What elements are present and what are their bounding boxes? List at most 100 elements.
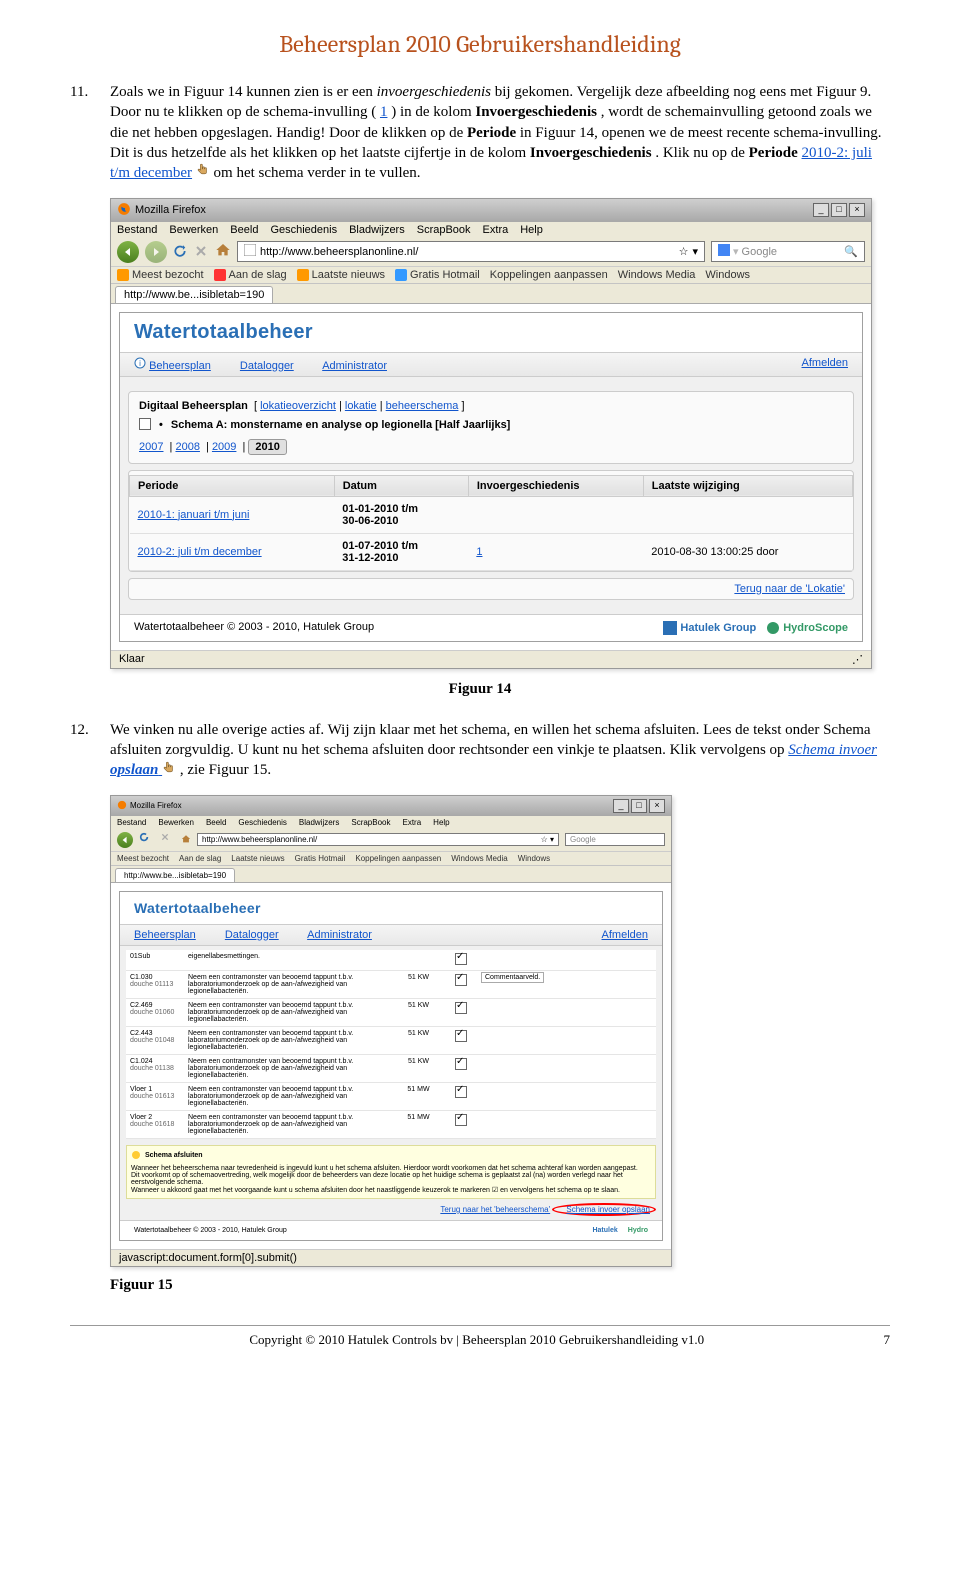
link-invulling-1[interactable]: 1: [380, 104, 388, 120]
year-link[interactable]: 2008: [175, 441, 199, 453]
minimize-button[interactable]: _: [613, 799, 629, 813]
info-icon[interactable]: i: [134, 360, 149, 372]
bookmark-item[interactable]: Koppelingen aanpassen: [490, 269, 608, 281]
bookmark-icon: [297, 269, 309, 281]
breadcrumb-link[interactable]: lokatie: [345, 400, 377, 412]
nav-link[interactable]: Administrator: [307, 929, 372, 941]
code-cell: C1.024douche 01138: [126, 1054, 184, 1082]
breadcrumb-link[interactable]: lokatieoverzicht: [260, 400, 336, 412]
close-button[interactable]: ×: [849, 203, 865, 217]
checkbox-cell[interactable]: [445, 1110, 477, 1138]
home-icon[interactable]: [181, 834, 191, 846]
nav-link[interactable]: Beheersplan: [134, 929, 196, 941]
brand-hatulek[interactable]: Hatulek: [592, 1227, 617, 1234]
menu-item[interactable]: Bladwijzers: [349, 224, 405, 236]
forward-button[interactable]: [145, 241, 167, 263]
ordered-item-12: 12. We vinken nu alle overige acties af.…: [70, 720, 890, 781]
menu-item[interactable]: Bestand: [117, 818, 146, 827]
search-go-icon[interactable]: 🔍: [844, 245, 858, 258]
star-icon[interactable]: ☆: [679, 245, 689, 258]
nav-datalogger[interactable]: Datalogger: [240, 360, 294, 372]
maximize-button[interactable]: □: [631, 799, 647, 813]
bookmark-item[interactable]: Windows: [518, 854, 550, 863]
checkbox-cell[interactable]: [445, 998, 477, 1026]
menu-item[interactable]: Help: [433, 818, 449, 827]
status-text: javascript:document.form[0].submit(): [119, 1252, 297, 1264]
menu-item[interactable]: Bladwijzers: [299, 818, 339, 827]
brand-hydroscope[interactable]: HydroScope: [766, 621, 848, 635]
year-link[interactable]: 2009: [212, 441, 236, 453]
text: om het schema verder in te vullen.: [214, 165, 421, 181]
menu-item[interactable]: Geschiedenis: [270, 224, 337, 236]
periode-link[interactable]: 2010-2: juli t/m december: [138, 546, 262, 558]
nav-afmelden[interactable]: Afmelden: [602, 929, 648, 941]
menu-item[interactable]: Extra: [403, 818, 422, 827]
browser-tab[interactable]: http://www.be...isibletab=190: [115, 286, 273, 303]
search-box[interactable]: Google: [565, 833, 665, 846]
datum-text: 01-07-2010 t/m 31-12-2010: [342, 540, 418, 564]
checkbox-icon[interactable]: [139, 418, 151, 433]
home-icon[interactable]: [215, 242, 231, 261]
brand-hatulek[interactable]: Hatulek Group: [663, 621, 756, 635]
bookmark-item[interactable]: Gratis Hotmail: [410, 269, 480, 281]
menu-item[interactable]: ScrapBook: [417, 224, 471, 236]
reload-button[interactable]: [173, 244, 189, 260]
checkbox-cell[interactable]: [445, 950, 477, 971]
search-box[interactable]: ▾ Google 🔍: [711, 241, 865, 262]
nav-administrator[interactable]: Administrator: [322, 360, 387, 372]
bookmark-item[interactable]: Meest bezocht: [117, 854, 169, 863]
bookmark-item[interactable]: Aan de slag: [179, 854, 221, 863]
nav-link[interactable]: Datalogger: [225, 929, 279, 941]
bookmark-item[interactable]: Laatste nieuws: [312, 269, 385, 281]
close-button[interactable]: ×: [649, 799, 665, 813]
nav-beheersplan[interactable]: Beheersplan: [149, 360, 211, 372]
back-button[interactable]: [117, 241, 139, 263]
menu-item[interactable]: Beeld: [230, 224, 258, 236]
browser-tab[interactable]: http://www.be...isibletab=190: [115, 868, 235, 882]
checkbox-cell[interactable]: [445, 1054, 477, 1082]
maximize-button[interactable]: □: [831, 203, 847, 217]
checkbox-cell[interactable]: [445, 1026, 477, 1054]
breadcrumb-link[interactable]: beheerschema: [386, 400, 459, 412]
bookmark-item[interactable]: Windows Media: [451, 854, 507, 863]
menu-item[interactable]: ScrapBook: [351, 818, 390, 827]
stop-button[interactable]: [195, 245, 209, 259]
address-bar[interactable]: http://www.beheersplanonline.nl/ ☆ ▾: [197, 833, 559, 846]
val-cell: 51 MW: [392, 1082, 445, 1110]
bookmark-item[interactable]: Windows: [705, 269, 750, 281]
laatste-cell: 2010-08-30 13:00:25 door: [643, 533, 852, 570]
menu-item[interactable]: Extra: [483, 224, 509, 236]
menu-item[interactable]: Bewerken: [158, 818, 194, 827]
brand-hydro[interactable]: Hydro: [628, 1227, 648, 1234]
back-button[interactable]: [117, 832, 133, 848]
year-selected[interactable]: 2010: [248, 439, 286, 455]
menu-item[interactable]: Beeld: [206, 818, 226, 827]
link-schema-opslaan[interactable]: Schema invoer opslaan: [566, 1205, 650, 1214]
menu-item[interactable]: Geschiedenis: [238, 818, 286, 827]
dropdown-icon[interactable]: ▾: [692, 245, 698, 258]
return-lokatie-link[interactable]: Terug naar de 'Lokatie': [734, 583, 845, 595]
nav-afmelden[interactable]: Afmelden: [802, 357, 848, 369]
note-cell: [477, 950, 656, 971]
periode-link[interactable]: 2010-1: januari t/m juni: [138, 509, 250, 521]
app-header: Watertotaalbeheer: [120, 892, 662, 924]
bookmark-item[interactable]: Koppelingen aanpassen: [355, 854, 441, 863]
menu-item[interactable]: Bestand: [117, 224, 157, 236]
inv-link[interactable]: 1: [476, 546, 482, 558]
menu-item[interactable]: Bewerken: [169, 224, 218, 236]
minimize-button[interactable]: _: [813, 203, 829, 217]
checkbox-cell[interactable]: [445, 970, 477, 998]
bookmark-item[interactable]: Windows Media: [618, 269, 696, 281]
bookmark-item[interactable]: Laatste nieuws: [231, 854, 284, 863]
checkbox-cell[interactable]: [445, 1082, 477, 1110]
menu-item[interactable]: Help: [520, 224, 543, 236]
bookmark-item[interactable]: Aan de slag: [229, 269, 287, 281]
resize-grip-icon[interactable]: ⋰: [852, 653, 863, 666]
address-bar[interactable]: http://www.beheersplanonline.nl/ ☆ ▾: [237, 241, 705, 262]
year-link[interactable]: 2007: [139, 441, 163, 453]
bookmark-item[interactable]: Meest bezocht: [132, 269, 204, 281]
stop-button[interactable]: [161, 833, 175, 847]
link-terug-beheerschema[interactable]: Terug naar het 'beheerschema': [440, 1205, 550, 1214]
reload-button[interactable]: [139, 832, 155, 848]
bookmark-item[interactable]: Gratis Hotmail: [295, 854, 346, 863]
